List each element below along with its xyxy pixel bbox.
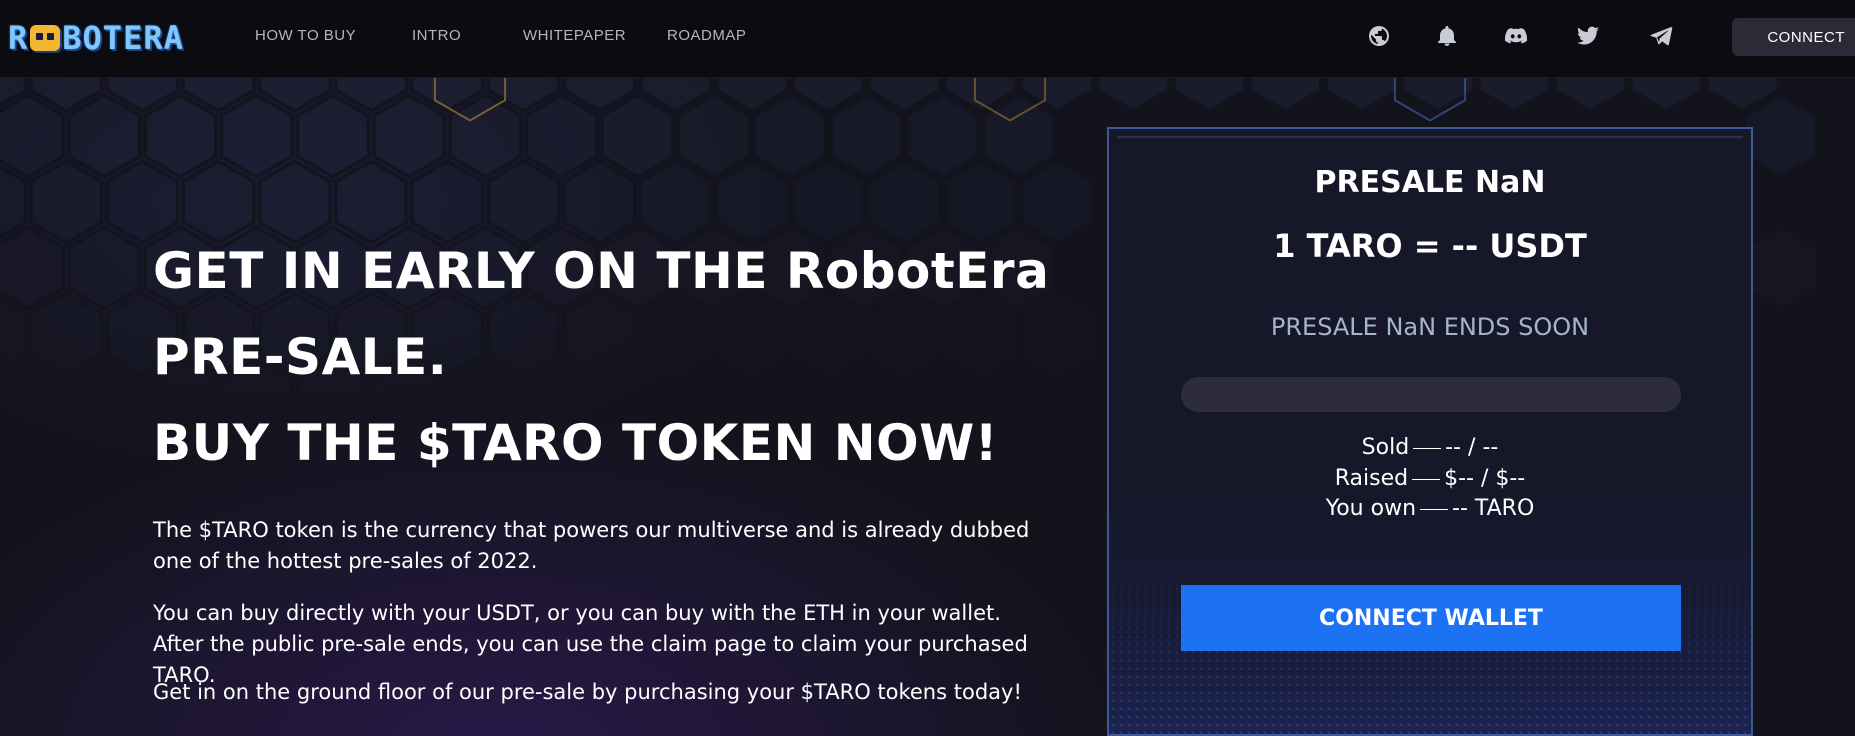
background-hexagon — [0, 93, 65, 179]
background-hexagon — [829, 93, 903, 179]
own-stat: You own -- TARO — [1109, 496, 1751, 521]
nav-link-roadmap[interactable]: ROADMAP — [667, 27, 746, 44]
background-hexagon — [29, 291, 103, 377]
stat-dash — [1420, 508, 1449, 510]
logo-text-left: R — [8, 19, 29, 57]
presale-ends-text: PRESALE NaN ENDS SOON — [1270, 313, 1590, 341]
bell-icon[interactable] — [1433, 22, 1461, 50]
top-navigation-bar: R BOTERA HOW TO BUY INTRO WHITEPAPER ROA… — [0, 0, 1855, 78]
card-top-divider — [1117, 136, 1743, 138]
sold-stat: Sold -- / -- — [1109, 435, 1751, 460]
raised-label: Raised — [1334, 466, 1409, 491]
background-hexagon — [982, 93, 1056, 179]
background-hexagon — [677, 93, 751, 179]
globe-icon[interactable] — [1365, 22, 1393, 50]
own-label: You own — [1325, 496, 1417, 521]
background-hexagon — [372, 93, 446, 179]
hero-paragraph-3: Get in on the ground floor of our pre-sa… — [153, 680, 1022, 704]
robotera-logo[interactable]: R BOTERA — [8, 19, 184, 57]
stat-dash — [1413, 447, 1442, 449]
robot-face-icon — [30, 25, 61, 51]
connect-wallet-button[interactable]: CONNECT WALLET — [1181, 585, 1681, 651]
connect-button[interactable]: CONNECT — [1732, 18, 1855, 56]
telegram-icon[interactable] — [1647, 22, 1675, 50]
background-hexagon — [144, 93, 218, 179]
nav-link-intro[interactable]: INTRO — [412, 27, 461, 44]
background-hexagon — [1744, 357, 1818, 443]
presale-rate: 1 TARO = -- USDT — [1273, 227, 1587, 265]
background-hexagon — [525, 93, 599, 179]
sold-value: -- / -- — [1445, 435, 1499, 460]
background-hexagon — [0, 357, 65, 443]
raised-value: $-- / $-- — [1444, 466, 1526, 491]
headline-line-1: GET IN EARLY ON THE RobotEra — [153, 242, 1050, 300]
presale-progress-bar — [1181, 377, 1681, 412]
background-hexagon — [0, 225, 65, 311]
background-hexagon — [29, 159, 103, 245]
discord-icon[interactable] — [1502, 22, 1530, 50]
background-hexagon — [296, 93, 370, 179]
stat-dash — [1412, 478, 1441, 480]
background-hexagon — [1744, 225, 1818, 311]
logo-text-right: BOTERA — [62, 19, 184, 57]
twitter-icon[interactable] — [1574, 22, 1602, 50]
background-hexagon — [448, 93, 522, 179]
raised-stat: Raised $-- / $-- — [1109, 466, 1751, 491]
background-hexagon — [601, 93, 675, 179]
background-hexagon — [753, 93, 827, 179]
own-value: -- TARO — [1452, 496, 1535, 521]
headline-line-3: BUY THE $TARO TOKEN NOW! — [153, 414, 999, 472]
background-hexagon — [67, 357, 141, 443]
nav-link-whitepaper[interactable]: WHITEPAPER — [523, 27, 626, 44]
sold-label: Sold — [1361, 435, 1410, 460]
presale-title: PRESALE NaN — [1314, 165, 1546, 200]
background-hexagon — [220, 93, 294, 179]
nav-link-how-to-buy[interactable]: HOW TO BUY — [255, 27, 356, 44]
background-hexagon — [67, 93, 141, 179]
hero-paragraph-1: The $TARO token is the currency that pow… — [153, 518, 1030, 573]
hero-headline: GET IN EARLY ON THE RobotEra PRE-SALE. B… — [153, 228, 1053, 486]
headline-line-2: PRE-SALE. — [153, 328, 448, 386]
background-hexagon — [906, 93, 980, 179]
background-hexagon — [67, 225, 141, 311]
presale-card: PRESALE NaN 1 TARO = -- USDT PRESALE NaN… — [1107, 127, 1753, 736]
background-hexagon — [1744, 93, 1818, 179]
